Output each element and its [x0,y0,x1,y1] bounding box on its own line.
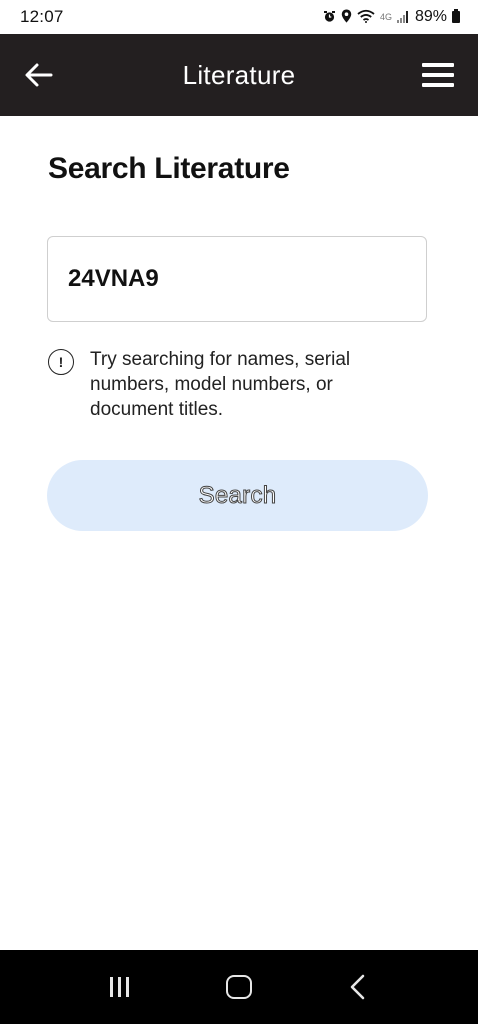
arrow-left-icon [25,63,53,87]
status-bar: 12:07 4G 89% [0,0,478,34]
signal-icon [396,11,408,23]
app-title: Literature [182,59,296,90]
wifi-icon [357,9,375,25]
hamburger-menu-icon [422,63,454,67]
search-input[interactable] [68,265,406,293]
page-title: Search Literature [48,152,290,185]
battery-percent: 89% [414,8,447,25]
home-icon [225,975,252,999]
location-icon [341,9,352,25]
alarm-icon [323,10,336,25]
network-type: 4G [379,12,392,22]
search-field[interactable] [47,236,427,322]
back-button[interactable] [22,58,56,92]
hint-text: Try searching for names, serial numbers,… [90,349,351,420]
battery-icon [452,9,460,23]
search-hint: ! Try searching for names, serial number… [48,347,408,422]
search-button[interactable]: Search [47,460,428,531]
info-icon: ! [48,349,74,375]
search-button-label: Search [198,481,277,509]
system-back-button[interactable] [328,962,388,1012]
recents-button[interactable] [90,962,150,1012]
app-bar: Literature [0,34,478,116]
status-icons: 4G 89% [323,8,460,26]
chevron-left-icon [351,974,365,1000]
system-nav-bar [0,950,478,1024]
home-button[interactable] [209,962,269,1012]
menu-button[interactable] [420,60,456,90]
recents-icon [110,977,130,997]
literature-search-screen: 12:07 4G 89% Literature Search Literatur… [0,0,478,1024]
status-time: 12:07 [20,7,64,26]
